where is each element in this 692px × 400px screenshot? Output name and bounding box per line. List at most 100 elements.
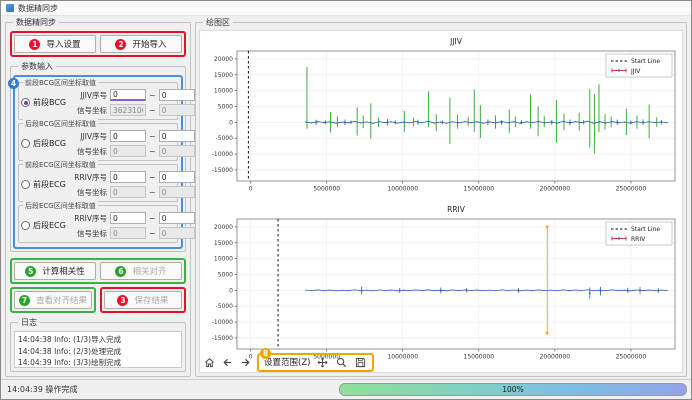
pan-icon[interactable] <box>316 356 329 369</box>
correlation-align-label: 相关对齐 <box>132 265 166 277</box>
step-badge-3: 3 <box>117 295 128 306</box>
forward-arrow-icon[interactable] <box>239 356 252 369</box>
rear-bcg-title: 后段BCG区间坐标取值 <box>23 119 98 129</box>
jjiv-index-label: JJIV序号 <box>71 131 107 142</box>
jjiv-chart[interactable]: 0500000010000000150000002000000025000000… <box>201 31 683 199</box>
app-window: 数据精同步 数据精同步 1 导入设置 2 开始导入 参数输入 4 <box>0 0 692 400</box>
compute-align-highlight: 5 计算相关性 6 相关对齐 <box>10 258 186 284</box>
svg-text:Start Line: Start Line <box>631 58 660 65</box>
svg-text:-10000: -10000 <box>212 151 233 158</box>
tilde: ~ <box>149 91 156 100</box>
front-ecg-subgroup: 前段ECG区间坐标取值 前段ECG RRIV序号 ~ <box>18 164 178 202</box>
rear-ecg-title: 后段ECG区间坐标取值 <box>23 201 98 211</box>
step-badge-8: 8 <box>260 348 271 359</box>
view-align-result-label: 查看对齐结果 <box>36 294 87 306</box>
jjiv-index-from-input[interactable] <box>110 130 146 142</box>
signal-coord-from-input[interactable] <box>110 227 146 239</box>
compute-correlation-button[interactable]: 5 计算相关性 <box>14 262 96 280</box>
svg-text:0: 0 <box>249 186 253 193</box>
set-range-button[interactable]: 设置范围(Z) <box>264 356 310 368</box>
rriv-index-to-input[interactable] <box>159 171 195 183</box>
figure-canvas[interactable]: 0500000010000000150000002000000025000000… <box>199 30 683 373</box>
radio-icon[interactable] <box>21 221 30 230</box>
signal-coord-from-input[interactable] <box>110 145 146 157</box>
signal-coord-label: 信号坐标 <box>71 105 107 116</box>
rear-bcg-radio[interactable]: 后段BCG <box>21 138 71 149</box>
title-bar[interactable]: 数据精同步 <box>1 1 691 16</box>
radio-icon[interactable] <box>21 139 30 148</box>
svg-text:10000: 10000 <box>214 256 233 263</box>
signal-coord-label: 信号坐标 <box>71 146 107 157</box>
log-line: 14:04:38 Info: (2/3)处理完成 <box>18 346 178 358</box>
svg-text:0: 0 <box>229 119 233 126</box>
front-bcg-radio-label: 前段BCG <box>33 97 66 108</box>
signal-coord-from-input[interactable] <box>110 104 146 116</box>
front-bcg-subgroup: 前段BCG区间坐标取值 前段BCG JJIV序号 ~ <box>18 82 178 120</box>
svg-text:10000000: 10000000 <box>387 186 418 193</box>
svg-text:-5000: -5000 <box>216 135 234 142</box>
back-arrow-icon[interactable] <box>221 356 234 369</box>
status-message: 14:04:39 操作完成 <box>7 384 331 395</box>
signal-coord-from-input[interactable] <box>110 186 146 198</box>
save-result-label: 保存结果 <box>134 294 168 306</box>
left-group-label: 数据精同步 <box>13 17 59 28</box>
svg-text:-10000: -10000 <box>212 319 233 326</box>
front-ecg-title: 前段ECG区间坐标取值 <box>23 160 98 170</box>
correlation-align-button[interactable]: 6 相关对齐 <box>100 262 182 280</box>
save-icon[interactable] <box>354 356 367 369</box>
signal-coord-to-input[interactable] <box>159 104 195 116</box>
rriv-chart[interactable]: 0500000010000000150000002000000025000000… <box>201 199 683 367</box>
svg-text:Start Line: Start Line <box>631 226 660 233</box>
svg-text:0: 0 <box>229 287 233 294</box>
app-icon <box>6 4 14 12</box>
log-line: 14:04:39 Info: (3/3)绘制完成 <box>18 357 178 368</box>
save-result-highlight: 3 保存结果 <box>100 287 186 313</box>
import-settings-button[interactable]: 1 导入设置 <box>14 35 96 53</box>
plot-toolbar: 8 设置范围(Z) <box>203 353 374 371</box>
tilde: ~ <box>149 132 156 141</box>
start-import-label: 开始导入 <box>132 38 166 50</box>
front-ecg-radio[interactable]: 前段ECG <box>21 179 71 190</box>
front-bcg-radio[interactable]: 前段BCG <box>21 97 71 108</box>
svg-text:25000000: 25000000 <box>616 354 647 361</box>
rriv-index-label: RRIV序号 <box>71 172 107 183</box>
action-buttons: 5 计算相关性 6 相关对齐 7 查看对齐结果 <box>10 258 186 313</box>
radio-icon[interactable] <box>21 98 30 107</box>
rriv-index-from-input[interactable] <box>110 212 146 224</box>
tilde: ~ <box>149 188 156 197</box>
radio-icon[interactable] <box>21 180 30 189</box>
save-result-button[interactable]: 3 保存结果 <box>104 291 182 309</box>
signal-coord-to-input[interactable] <box>159 145 195 157</box>
rriv-index-label: RRIV序号 <box>71 213 107 224</box>
range-toolbar-highlight: 8 设置范围(Z) <box>257 353 374 372</box>
step-badge-5: 5 <box>25 266 36 277</box>
view-align-result-button[interactable]: 7 查看对齐结果 <box>14 291 92 309</box>
log-list[interactable]: 14:04:38 Info: (1/3)导入完成 14:04:38 Info: … <box>14 331 182 368</box>
start-import-button[interactable]: 2 开始导入 <box>100 35 182 53</box>
signal-coord-label: 信号坐标 <box>71 187 107 198</box>
left-panel-group: 数据精同步 1 导入设置 2 开始导入 参数输入 4 前段BCG区间坐标取值 <box>5 22 191 377</box>
status-bar: 14:04:39 操作完成 100% <box>1 379 691 399</box>
import-settings-label: 导入设置 <box>46 38 80 50</box>
signal-coord-to-input[interactable] <box>159 227 195 239</box>
rriv-index-from-input[interactable] <box>110 171 146 183</box>
home-icon[interactable] <box>203 356 216 369</box>
step-badge-7: 7 <box>19 295 30 306</box>
rriv-index-to-input[interactable] <box>159 212 195 224</box>
param-input-group: 参数输入 4 前段BCG区间坐标取值 前段BCG JJIV序号 <box>10 66 186 252</box>
log-group: 日志 14:04:38 Info: (1/3)导入完成 14:04:38 Inf… <box>10 322 186 372</box>
progress-bar: 100% <box>339 383 687 396</box>
jjiv-index-to-input[interactable] <box>159 89 195 101</box>
zoom-icon[interactable] <box>335 356 348 369</box>
jjiv-index-to-input[interactable] <box>159 130 195 142</box>
rear-ecg-radio[interactable]: 后段ECG <box>21 220 71 231</box>
param-group-label: 参数输入 <box>18 61 56 72</box>
rear-ecg-radio-label: 后段ECG <box>33 220 66 231</box>
signal-coord-to-input[interactable] <box>159 186 195 198</box>
plot-area-group: 绘图区 050000001000000015000000200000002500… <box>195 22 687 377</box>
step-badge-2: 2 <box>115 39 126 50</box>
jjiv-index-from-input[interactable] <box>110 89 146 101</box>
log-line: 14:04:38 Info: (1/3)导入完成 <box>18 334 178 346</box>
front-bcg-title: 前段BCG区间坐标取值 <box>23 78 98 88</box>
progress-label: 100% <box>502 385 523 394</box>
